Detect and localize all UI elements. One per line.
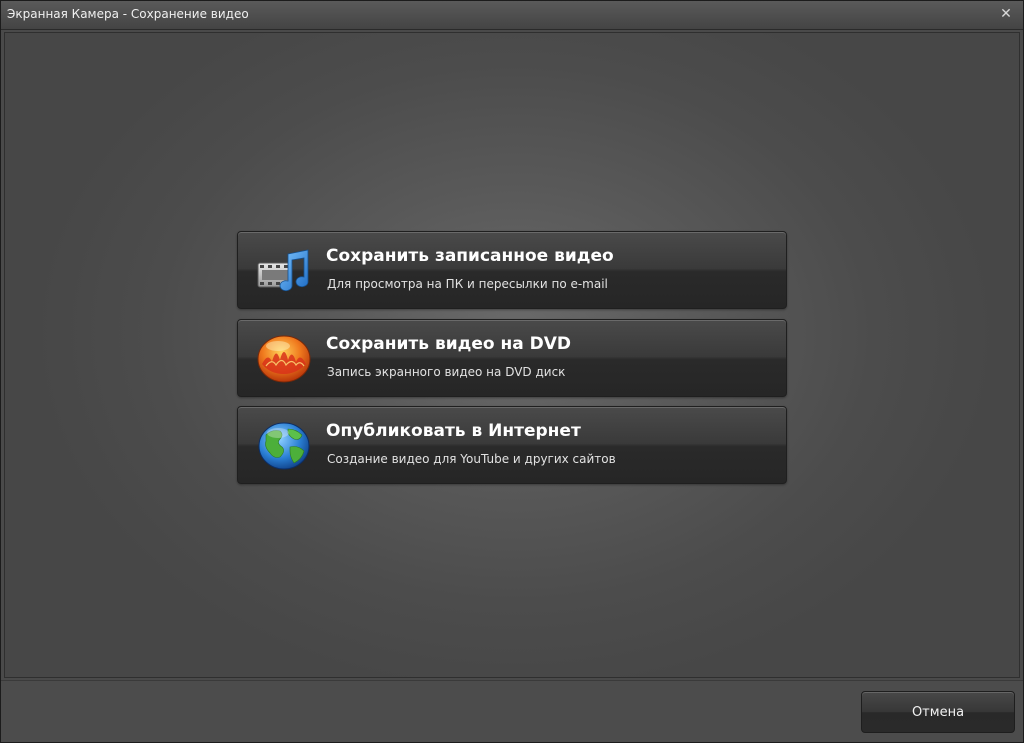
save-video-window: Экранная Камера - Сохранение видео ✕ Сох…	[0, 0, 1024, 743]
window-title: Экранная Камера - Сохранение видео	[7, 7, 249, 21]
option-subtitle: Запись экранного видео на DVD диск	[327, 365, 566, 379]
option-title: Опубликовать в Интернет	[326, 421, 581, 441]
option-subtitle: Создание видео для YouTube и других сайт…	[327, 452, 616, 466]
title-bar[interactable]: Экранная Камера - Сохранение видео ✕	[1, 1, 1023, 30]
option-subtitle: Для просмотра на ПК и пересылки по e-mai…	[327, 277, 608, 291]
dvd-disc-icon	[257, 335, 311, 383]
option-title: Сохранить записанное видео	[326, 246, 614, 266]
cancel-button[interactable]: Отмена	[861, 691, 1015, 733]
globe-icon	[258, 422, 310, 470]
publish-online-button[interactable]: Опубликовать в Интернет Создание видео д…	[237, 406, 787, 484]
footer-bar: Отмена	[1, 680, 1023, 742]
save-to-dvd-button[interactable]: Сохранить видео на DVD Запись экранного …	[237, 319, 787, 397]
close-icon[interactable]: ✕	[997, 5, 1015, 23]
save-recorded-video-button[interactable]: Сохранить записанное видео Для просмотра…	[237, 231, 787, 309]
content-area: Сохранить записанное видео Для просмотра…	[4, 32, 1020, 678]
option-title: Сохранить видео на DVD	[326, 334, 571, 354]
film-music-icon	[257, 249, 309, 292]
